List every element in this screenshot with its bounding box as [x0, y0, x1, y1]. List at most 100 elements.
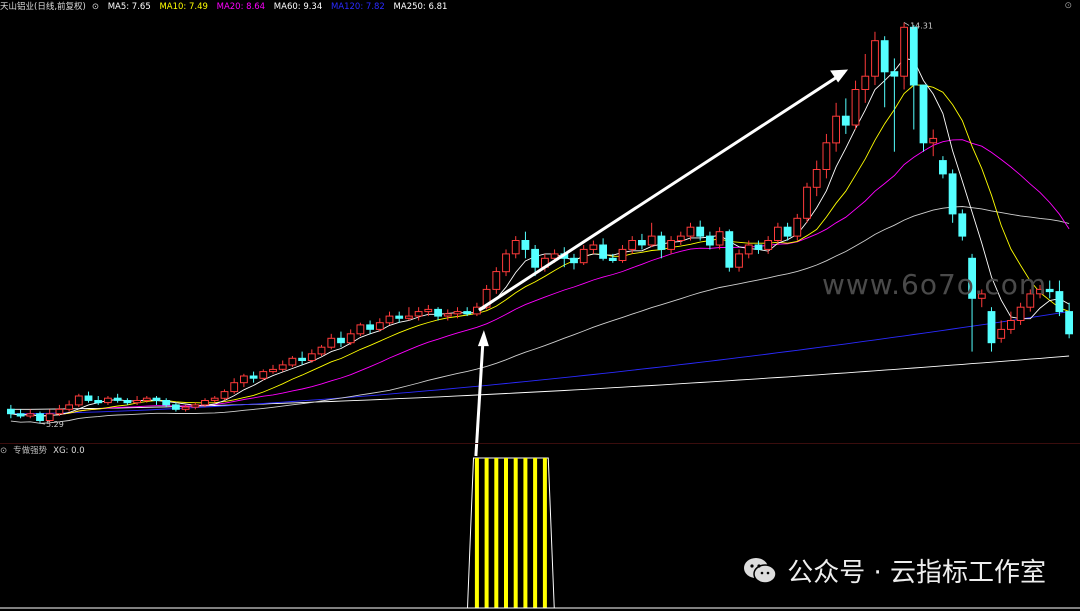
candle-body — [686, 226, 695, 237]
trend-arrow-line — [478, 71, 845, 312]
candle-body — [220, 391, 229, 399]
candle-body — [230, 382, 239, 393]
candle-body — [608, 257, 617, 261]
high-price-label: 14.31 — [910, 21, 933, 30]
candle-body — [832, 115, 841, 144]
ma5-label: MA5: 7.65 — [107, 2, 151, 12]
candle-body — [939, 160, 947, 175]
candle-body — [696, 226, 705, 237]
candle-body — [133, 400, 141, 404]
candle-body — [812, 169, 821, 188]
signal-bar — [474, 458, 479, 608]
candle-body — [774, 226, 782, 241]
signal-bar — [513, 458, 518, 608]
sub-settings-icon[interactable]: ⊙ — [0, 446, 7, 456]
candle-body — [414, 311, 423, 317]
candle-body — [307, 353, 316, 361]
signal-bar — [542, 458, 547, 608]
signal-arrow-head — [477, 330, 489, 347]
candle-body — [36, 413, 44, 421]
candle-body — [152, 397, 161, 401]
chart-canvas: 14.31 5.29 — [0, 21, 1080, 609]
candle-body — [453, 311, 462, 315]
wechat-icon — [744, 557, 777, 584]
candle-body — [259, 371, 268, 379]
candle-body — [948, 173, 957, 215]
candle-body — [298, 357, 307, 361]
chart-window: 14.31 5.29 天山铝业(日线,前复权) ⊙ MA5: 7.65 MA10: … — [0, 0, 1080, 611]
ma20-label: MA20: 8.64 — [216, 2, 266, 12]
candle-body — [628, 240, 637, 250]
candle-body — [929, 137, 938, 144]
candle-body — [492, 271, 501, 290]
candle-body — [1045, 288, 1054, 293]
candle-body — [424, 308, 433, 313]
candle-body — [172, 404, 180, 410]
candle-body — [851, 89, 860, 126]
candle-body — [7, 408, 15, 415]
candle-body — [1016, 306, 1025, 322]
candle-body — [434, 308, 443, 317]
main-header: 天山铝业(日线,前复权) ⊙ MA5: 7.65 MA10: 7.49 MA20:… — [0, 1, 453, 13]
candle-body — [191, 404, 200, 408]
candle-body — [900, 26, 909, 77]
footer-brand: 公众号 · 云指标工作室 — [743, 552, 1046, 589]
panel-settings-icon[interactable]: ⊙ — [1064, 1, 1072, 11]
candle-body — [210, 397, 219, 401]
candle-body — [84, 395, 93, 401]
candle-body — [599, 244, 608, 259]
candle-body — [240, 375, 248, 384]
signal-arrow-line — [474, 341, 485, 457]
ma10-line — [10, 84, 1070, 417]
candle-body — [909, 26, 918, 86]
settings-icon[interactable]: ⊙ — [92, 2, 99, 12]
candle-body — [65, 404, 73, 410]
candle-body — [356, 324, 365, 335]
candle-body — [463, 311, 472, 315]
candle-body — [104, 397, 112, 404]
candle-body — [327, 337, 336, 348]
candle-body — [919, 84, 928, 144]
candle-body — [1055, 291, 1064, 313]
candle-body — [764, 240, 773, 250]
candle-body — [521, 240, 530, 250]
candle-body — [822, 142, 831, 171]
candle-body — [269, 368, 277, 373]
candle-body — [502, 253, 510, 273]
candle-body — [317, 346, 326, 355]
signal-outline — [466, 457, 555, 609]
ma60-line — [10, 206, 1070, 424]
candle-body — [589, 244, 598, 250]
candle-body — [1007, 320, 1015, 330]
xg-value: XG: 0.0 — [53, 446, 85, 456]
candle-body — [511, 240, 520, 255]
candle-body — [375, 322, 384, 330]
candle-body — [861, 75, 870, 90]
candle-body — [16, 413, 25, 417]
footer-text: 公众号 · 云指标工作室 — [787, 558, 1046, 588]
candle-body — [667, 240, 676, 250]
indicator-name: 专做强势 — [13, 446, 48, 456]
candle-body — [647, 235, 656, 246]
candle-body — [531, 248, 540, 268]
candle-body — [142, 397, 151, 401]
candle-body — [744, 244, 753, 255]
candle-body — [26, 413, 35, 417]
candle-body — [162, 400, 171, 406]
candle-body — [288, 357, 297, 366]
candle-body — [890, 71, 899, 77]
candle-body — [278, 364, 287, 370]
candle-body — [405, 315, 413, 319]
candle-body — [181, 406, 190, 410]
candle-body — [1065, 311, 1073, 335]
low-price-label: 5.29 — [46, 420, 64, 429]
candle-body — [841, 115, 850, 126]
candle-body — [987, 311, 996, 344]
candle-body — [958, 213, 967, 237]
candle-body — [793, 217, 802, 237]
watermark: www.6o7o.com — [822, 268, 1048, 301]
candle-body — [725, 231, 734, 268]
candle-body — [579, 248, 588, 264]
candle-body — [657, 235, 666, 250]
candle-body — [638, 240, 646, 246]
